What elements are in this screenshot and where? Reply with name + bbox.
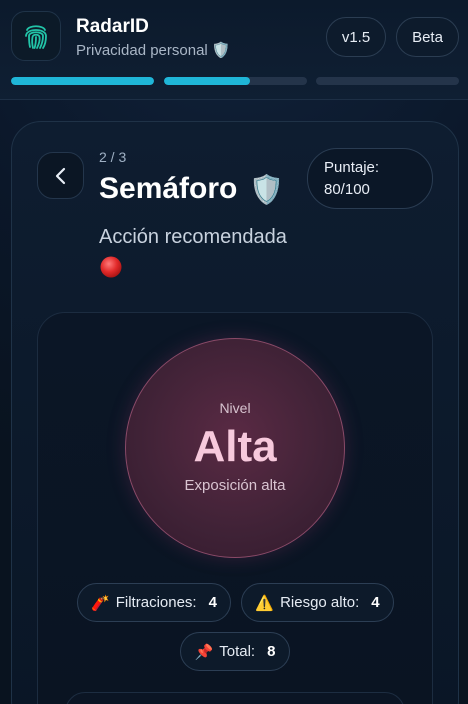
progress-segment-2 bbox=[164, 77, 307, 85]
fingerprint-icon bbox=[25, 25, 47, 49]
page-title: Semáforo bbox=[99, 172, 238, 205]
shield-icon: 🛡️ bbox=[249, 173, 285, 205]
app-subtitle: Privacidad personal 🛡️ bbox=[76, 42, 231, 59]
chip-count: 8 bbox=[267, 643, 276, 660]
chip-count: 4 bbox=[371, 594, 380, 611]
chevron-left-icon bbox=[55, 167, 65, 184]
level-value: Alta bbox=[193, 422, 277, 471]
progress-fill bbox=[164, 77, 250, 85]
firecracker-icon: 🧨 bbox=[91, 594, 110, 612]
title-row: Semáforo 🛡️ bbox=[99, 172, 284, 206]
chip-riesgo-alto[interactable]: ⚠️ Riesgo alto: 4 bbox=[241, 583, 394, 622]
progress-fill bbox=[11, 77, 154, 85]
app-logo bbox=[11, 11, 61, 61]
progress-segment-1 bbox=[11, 77, 154, 85]
warning-icon: ⚠️ bbox=[255, 594, 275, 612]
chip-label: Total: bbox=[219, 643, 256, 660]
step-indicator: 2 / 3 bbox=[99, 149, 127, 165]
chip-label: Filtraciones: bbox=[115, 594, 197, 611]
chip-total[interactable]: 📌 Total: 8 bbox=[180, 632, 290, 671]
chip-label: Riesgo alto: bbox=[280, 594, 360, 611]
pushpin-icon: 📌 bbox=[194, 643, 214, 661]
level-description: Exposición alta bbox=[184, 477, 286, 494]
level-label: Nivel bbox=[219, 400, 251, 416]
chip-count: 4 bbox=[208, 594, 217, 611]
score-label: Puntaje: bbox=[324, 159, 380, 176]
version-badge[interactable]: v1.5 bbox=[326, 17, 386, 57]
chip-filtraciones[interactable]: 🧨 Filtraciones: 4 bbox=[77, 583, 231, 622]
score-value: 80/100 bbox=[324, 181, 370, 198]
red-circle-icon bbox=[100, 256, 122, 278]
next-section-card bbox=[65, 692, 405, 704]
score-badge: Puntaje: 80/100 bbox=[307, 148, 433, 209]
recommended-action-label: Acción recomendada bbox=[99, 226, 287, 248]
beta-badge[interactable]: Beta bbox=[396, 17, 459, 57]
progress-segment-3 bbox=[316, 77, 459, 85]
back-button[interactable] bbox=[37, 152, 84, 199]
app-header: RadarID Privacidad personal 🛡️ v1.5 Beta bbox=[0, 0, 468, 100]
app-name: RadarID bbox=[76, 16, 149, 37]
